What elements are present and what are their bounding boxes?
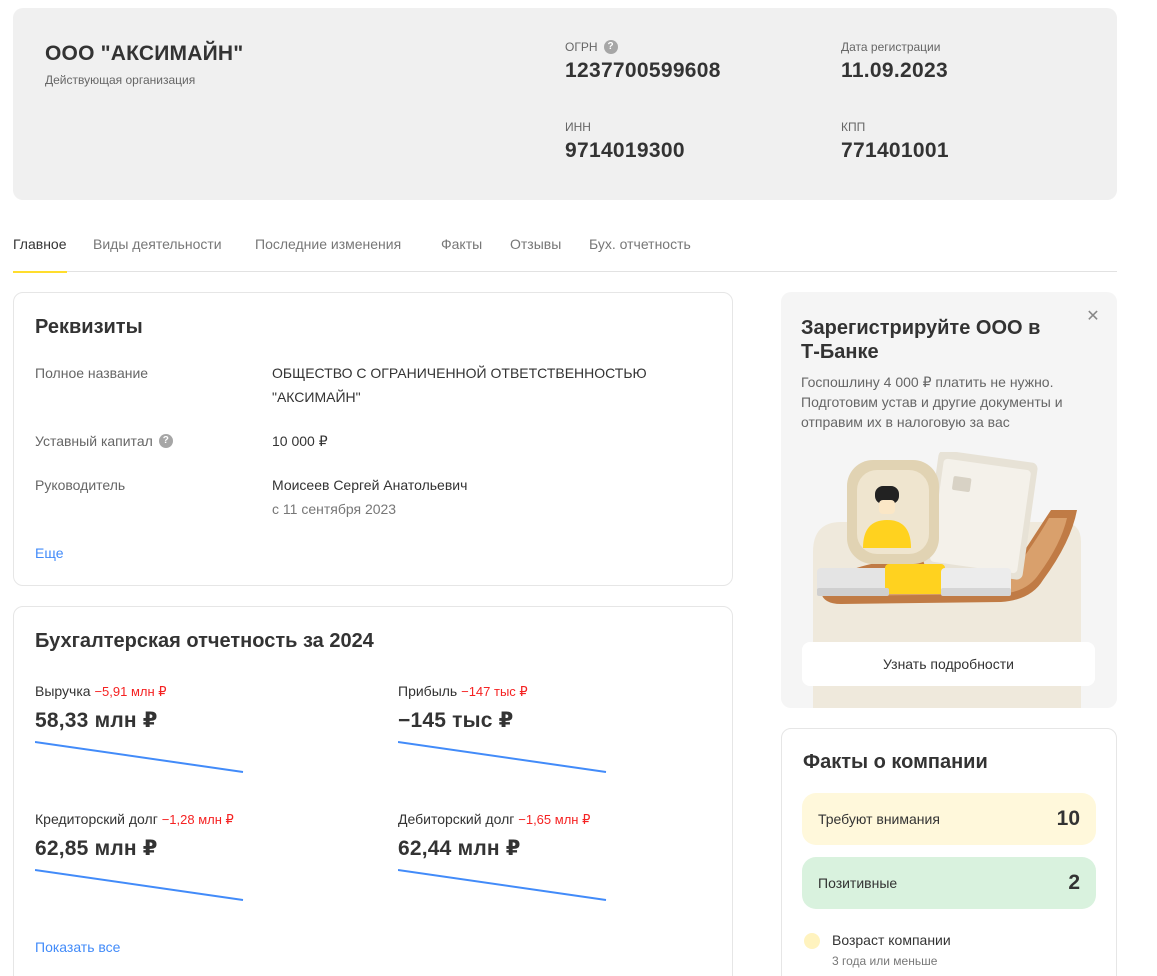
positive-facts-pill[interactable]: Позитивные 2 — [802, 857, 1096, 909]
receivables-trend-line — [398, 869, 607, 901]
payables-label: Кредиторский долг — [35, 811, 158, 827]
capital-label: Уставный капитал ? — [35, 433, 173, 449]
profit-value: −145 тыс ₽ — [398, 709, 514, 732]
facts-title: Факты о компании — [803, 751, 988, 773]
payables-trend-line — [35, 869, 244, 901]
company-name: ООО "АКСИМАЙН" — [45, 42, 244, 65]
profit-label: Прибыль — [398, 683, 458, 699]
inn-field: ИНН 9714019300 — [565, 119, 685, 163]
promo-text: Госпошлину 4 000 ₽ платить не нужно. Под… — [801, 374, 1063, 430]
learn-more-button[interactable]: Узнать подробности — [802, 642, 1095, 686]
tab-facts[interactable]: Факты — [441, 236, 482, 272]
company-age-label: Возраст компании — [832, 932, 951, 948]
positive-label: Позитивные — [818, 875, 898, 891]
tab-activities[interactable]: Виды деятельности — [93, 236, 222, 272]
help-icon[interactable]: ? — [158, 434, 173, 448]
profit-delta: −147 тыс ₽ — [461, 684, 528, 699]
ogrn-value: 1237700599608 — [565, 59, 721, 82]
tab-main[interactable]: Главное — [13, 236, 67, 273]
attention-label: Требуют внимания — [818, 811, 940, 827]
profit-trend-line — [398, 741, 607, 773]
attention-count: 10 — [1056, 807, 1080, 830]
capital-label-text: Уставный капитал — [35, 433, 153, 449]
revenue-block[interactable]: Выручка −5,91 млн ₽ 58,33 млн ₽ — [35, 683, 255, 775]
status-dot-icon — [804, 933, 820, 949]
payables-value: 62,85 млн ₽ — [35, 837, 158, 860]
attention-facts-pill[interactable]: Требуют внимания 10 — [802, 793, 1096, 845]
promo-title: Зарегистрируйте ООО в Т-Банке — [801, 317, 1041, 363]
revenue-label: Выручка — [35, 683, 91, 699]
full-name-value: ОБЩЕСТВО С ОГРАНИЧЕННОЙ ОТВЕТСТВЕННОСТЬЮ… — [272, 365, 647, 405]
payables-block[interactable]: Кредиторский долг −1,28 млн ₽ 62,85 млн … — [35, 811, 255, 903]
revenue-delta: −5,91 млн ₽ — [94, 684, 167, 699]
company-age-value: 3 года или меньше — [832, 954, 938, 968]
head-since: с 11 сентября 2023 — [272, 501, 397, 517]
kpp-field: КПП 771401001 — [841, 119, 949, 163]
close-icon[interactable]: ✕ — [1083, 306, 1103, 326]
receivables-delta: −1,65 млн ₽ — [518, 812, 591, 827]
ogrn-label: ОГРН — [565, 40, 598, 54]
profit-block[interactable]: Прибыль −147 тыс ₽ −145 тыс ₽ — [398, 683, 618, 775]
more-link[interactable]: Еще — [35, 545, 64, 561]
receivables-label: Дебиторский долг — [398, 811, 515, 827]
tab-bar: Главное Виды деятельности Последние изме… — [13, 232, 1117, 273]
inn-value: 9714019300 — [565, 139, 685, 162]
company-facts-card: Факты о компании Требуют внимания 10 Поз… — [781, 728, 1117, 976]
inn-label: ИНН — [565, 120, 591, 134]
requisites-card: Реквизиты Полное название ОБЩЕСТВО С ОГР… — [13, 292, 733, 586]
payables-delta: −1,28 млн ₽ — [161, 812, 234, 827]
company-header-card: ООО "АКСИМАЙН" Действующая организация О… — [13, 8, 1117, 200]
requisites-title: Реквизиты — [35, 316, 143, 338]
finance-card: Бухгалтерская отчетность за 2024 Выручка… — [13, 606, 733, 976]
full-name-label: Полное название — [35, 365, 149, 381]
revenue-trend-line — [35, 741, 244, 773]
receivables-value: 62,44 млн ₽ — [398, 837, 521, 860]
reg-date-field: Дата регистрации 11.09.2023 — [841, 39, 948, 83]
promo-banner: Зарегистрируйте ООО в Т-Банке Госпошлину… — [781, 292, 1117, 708]
reg-date-value: 11.09.2023 — [841, 59, 948, 82]
positive-count: 2 — [1068, 871, 1080, 894]
tab-reviews[interactable]: Отзывы — [510, 236, 561, 272]
tab-recent-changes[interactable]: Последние изменения — [255, 236, 401, 272]
kpp-value: 771401001 — [841, 139, 949, 162]
revenue-value: 58,33 млн ₽ — [35, 709, 158, 732]
company-status: Действующая организация — [45, 73, 196, 87]
finance-title: Бухгалтерская отчетность за 2024 — [35, 630, 374, 652]
head-value[interactable]: Моисеев Сергей Анатольевич — [272, 473, 692, 497]
company-age-fact: Возраст компании 3 года или меньше — [804, 932, 951, 968]
reg-date-label: Дата регистрации — [841, 40, 941, 54]
show-all-link[interactable]: Показать все — [35, 939, 120, 955]
help-icon[interactable]: ? — [603, 40, 618, 54]
receivables-block[interactable]: Дебиторский долг −1,65 млн ₽ 62,44 млн ₽ — [398, 811, 618, 903]
ogrn-field: ОГРН? 1237700599608 — [565, 39, 721, 83]
tab-accounting[interactable]: Бух. отчетность — [589, 236, 691, 272]
capital-value: 10 000 ₽ — [272, 433, 328, 449]
head-label: Руководитель — [35, 477, 126, 493]
kpp-label: КПП — [841, 120, 866, 134]
